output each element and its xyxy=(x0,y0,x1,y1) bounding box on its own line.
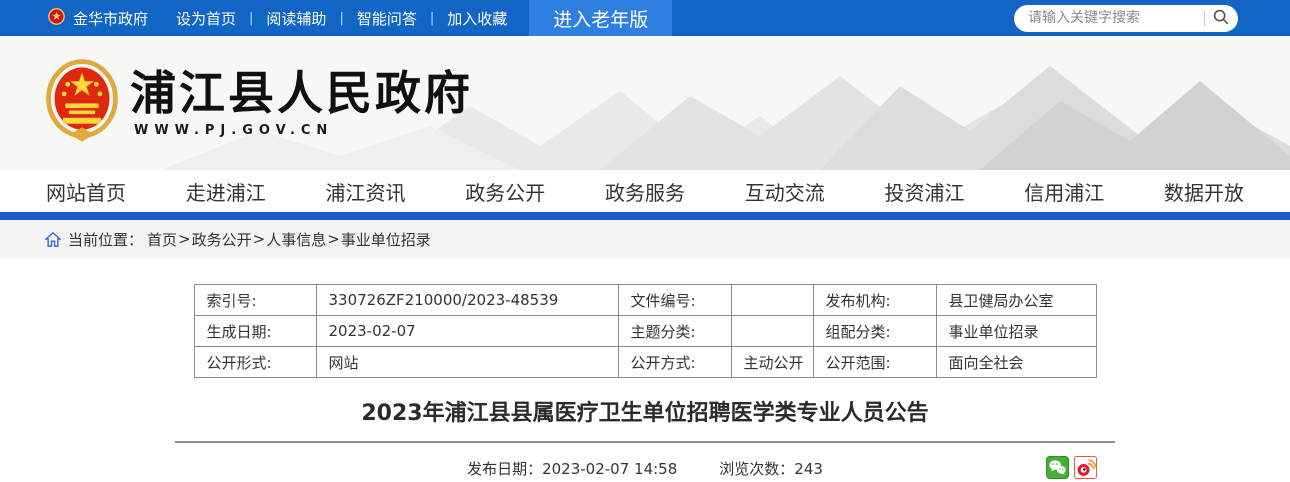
breadcrumb-separator: > xyxy=(327,230,340,248)
nav-underline-bar xyxy=(0,212,1290,220)
search-divider xyxy=(1204,10,1205,26)
site-url: WWW.PJ.GOV.CN xyxy=(134,123,473,138)
breadcrumb: 当前位置： 首页 > 政务公开 > 人事信息 > 事业单位招录 xyxy=(0,220,1290,258)
add-favorite-link[interactable]: 加入收藏 xyxy=(447,8,507,29)
group-category-value: 事业单位招录 xyxy=(936,316,1096,347)
breadcrumb-separator: > xyxy=(253,230,266,248)
views-label: 浏览次数： xyxy=(719,460,794,478)
file-number-label: 文件编号: xyxy=(618,285,731,316)
breadcrumb-recruitment[interactable]: 事业单位招录 xyxy=(341,229,431,250)
breadcrumb-gov-affairs[interactable]: 政务公开 xyxy=(192,229,252,250)
group-category-label: 组配分类: xyxy=(813,316,936,347)
topic-category-value xyxy=(731,316,813,347)
publish-date-label: 发布日期： xyxy=(467,460,542,478)
issuing-agency-value: 县卫健局办公室 xyxy=(936,285,1096,316)
title-divider xyxy=(175,441,1115,443)
create-date-label: 生成日期: xyxy=(194,316,316,347)
menu-separator: | xyxy=(430,11,434,26)
document-meta-table: 索引号: 330726ZF210000/2023-48539 文件编号: 发布机… xyxy=(194,284,1097,378)
publish-date-value: 2023-02-07 14:58 xyxy=(542,460,677,478)
home-icon xyxy=(45,232,61,247)
national-emblem-icon xyxy=(46,58,118,148)
search-input[interactable] xyxy=(1028,10,1197,26)
nav-item-gov-affairs[interactable]: 政务公开 xyxy=(465,177,545,206)
nav-item-gov-services[interactable]: 政务服务 xyxy=(605,177,685,206)
masthead: 浦江县人民政府 WWW.PJ.GOV.CN xyxy=(0,36,1290,170)
topic-category-label: 主题分类: xyxy=(618,316,731,347)
smart-qa-link[interactable]: 智能问答 xyxy=(357,8,417,29)
article-title: 2023年浦江县县属医疗卫生单位招聘医学类专业人员公告 xyxy=(175,395,1115,427)
share-icons xyxy=(1046,456,1097,479)
nav-item-interaction[interactable]: 互动交流 xyxy=(745,177,825,206)
create-date-value: 2023-02-07 xyxy=(316,316,618,347)
city-gov-link[interactable]: 金华市政府 xyxy=(48,8,148,29)
city-gov-label: 金华市政府 xyxy=(73,8,148,29)
search-icon xyxy=(1212,8,1230,29)
wechat-share-icon[interactable] xyxy=(1046,456,1069,479)
index-number-value: 330726ZF210000/2023-48539 xyxy=(316,285,618,316)
site-search xyxy=(1014,5,1238,32)
reading-aid-link[interactable]: 阅读辅助 xyxy=(266,8,326,29)
breadcrumb-personnel-info[interactable]: 人事信息 xyxy=(266,229,326,250)
publish-method-label: 公开方式: xyxy=(618,347,731,378)
main-navigation: 网站首页 走进浦江 浦江资讯 政务公开 政务服务 互动交流 投资浦江 信用浦江 … xyxy=(0,170,1290,212)
nav-item-credit-pujiang[interactable]: 信用浦江 xyxy=(1024,177,1104,206)
weibo-share-icon[interactable] xyxy=(1074,456,1097,479)
elderly-version-button[interactable]: 进入老年版 xyxy=(529,0,672,36)
nav-item-home[interactable]: 网站首页 xyxy=(46,177,126,206)
top-utility-bar: 金华市政府 设为首页 | 阅读辅助 | 智能问答 | 加入收藏 进入老年版 xyxy=(0,0,1290,36)
national-emblem-small-icon xyxy=(48,8,65,29)
menu-separator: | xyxy=(249,11,253,26)
brand-text: 浦江县人民政府 WWW.PJ.GOV.CN xyxy=(130,68,473,139)
file-number-value xyxy=(731,285,813,316)
publish-scope-label: 公开范围: xyxy=(813,347,936,378)
publish-scope-value: 面向全社会 xyxy=(936,347,1096,378)
table-row: 索引号: 330726ZF210000/2023-48539 文件编号: 发布机… xyxy=(194,285,1096,316)
article-meta-line: 发布日期：2023-02-07 14:58 浏览次数：243 xyxy=(175,456,1115,482)
article-content: 索引号: 330726ZF210000/2023-48539 文件编号: 发布机… xyxy=(175,284,1115,482)
topbar-menu: 设为首页 | 阅读辅助 | 智能问答 | 加入收藏 xyxy=(176,8,507,29)
index-number-label: 索引号: xyxy=(194,285,316,316)
table-row: 生成日期: 2023-02-07 主题分类: 组配分类: 事业单位招录 xyxy=(194,316,1096,347)
set-homepage-link[interactable]: 设为首页 xyxy=(176,8,236,29)
breadcrumb-separator: > xyxy=(178,230,191,248)
publish-form-value: 网站 xyxy=(316,347,618,378)
nav-item-open-data[interactable]: 数据开放 xyxy=(1164,177,1244,206)
nav-item-pujiang-news[interactable]: 浦江资讯 xyxy=(326,177,406,206)
issuing-agency-label: 发布机构: xyxy=(813,285,936,316)
search-button[interactable] xyxy=(1212,8,1230,29)
nav-item-about-pujiang[interactable]: 走进浦江 xyxy=(186,177,266,206)
site-title: 浦江县人民政府 xyxy=(130,68,473,119)
views-count: 243 xyxy=(794,460,823,478)
nav-item-invest-pujiang[interactable]: 投资浦江 xyxy=(885,177,965,206)
publish-form-label: 公开形式: xyxy=(194,347,316,378)
menu-separator: | xyxy=(339,11,343,26)
breadcrumb-home[interactable]: 首页 xyxy=(147,229,177,250)
breadcrumb-label: 当前位置： xyxy=(68,229,143,250)
publish-method-value: 主动公开 xyxy=(731,347,813,378)
site-brand[interactable]: 浦江县人民政府 WWW.PJ.GOV.CN xyxy=(46,58,473,148)
table-row: 公开形式: 网站 公开方式: 主动公开 公开范围: 面向全社会 xyxy=(194,347,1096,378)
